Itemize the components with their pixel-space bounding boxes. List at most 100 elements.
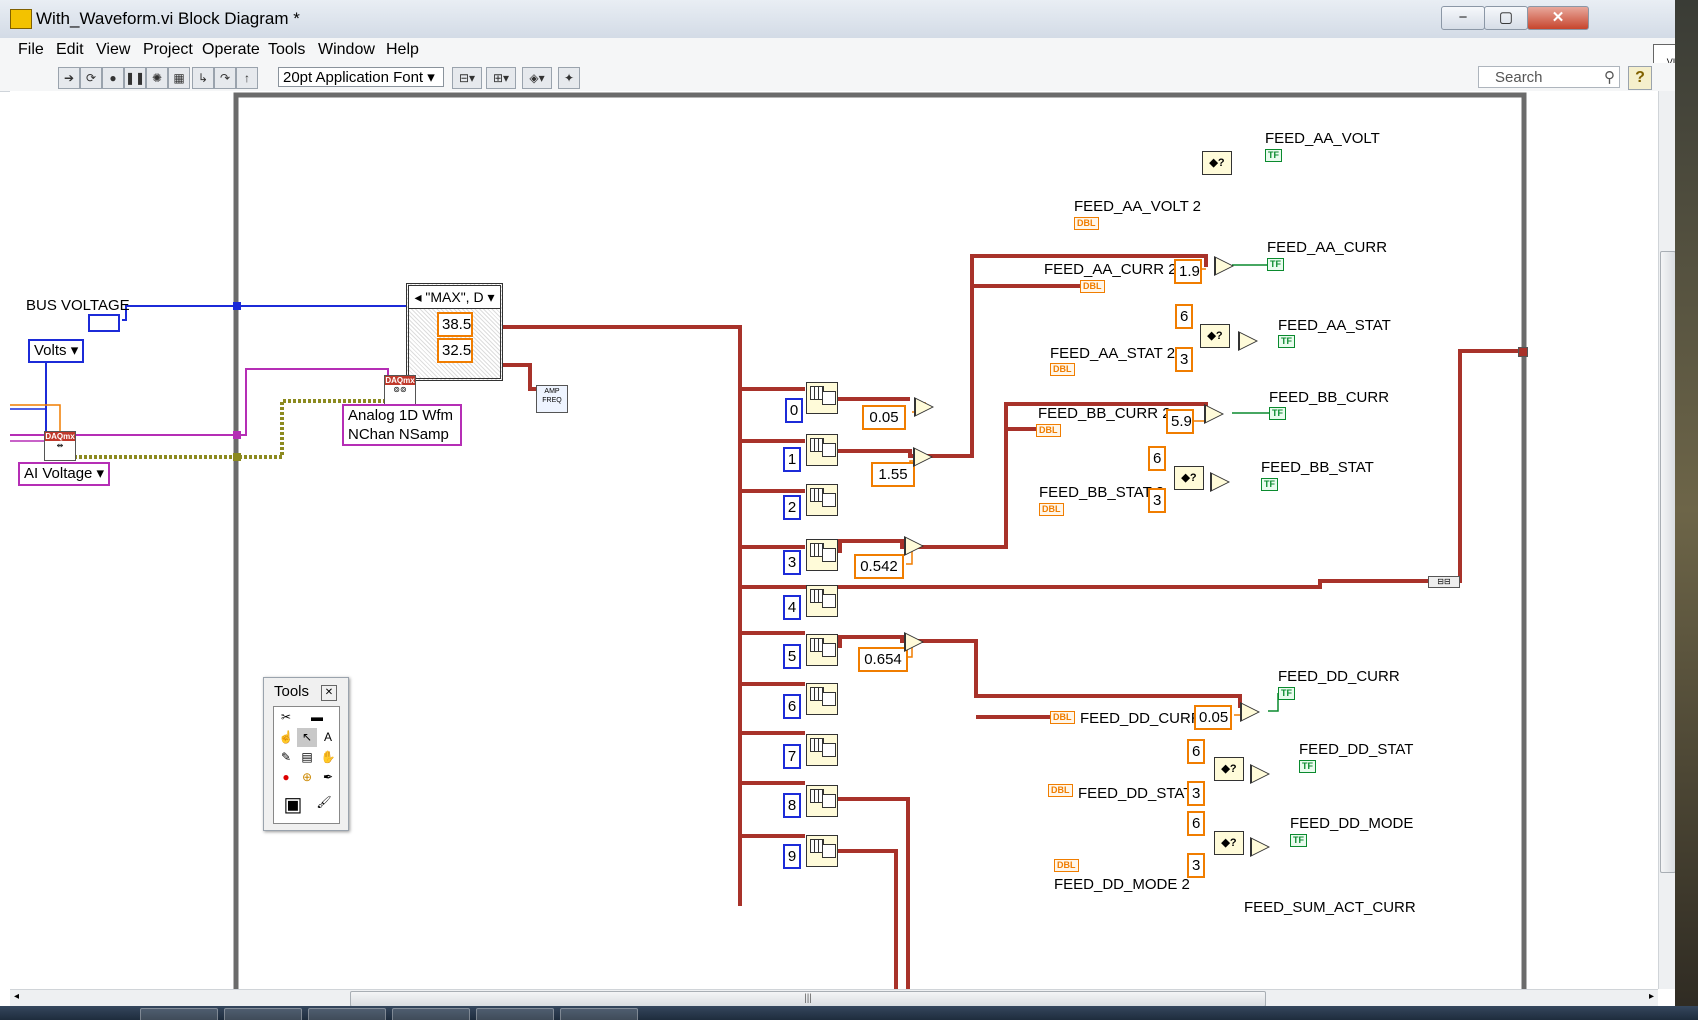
feed-dd-stat2-control[interactable]: DBL: [1048, 784, 1073, 797]
feed-bb-curr-const[interactable]: 5.9: [1166, 409, 1194, 434]
cleanup-icon[interactable]: ✦: [558, 67, 580, 89]
select-dd-stat[interactable]: ◆?: [1214, 757, 1244, 781]
search-icon[interactable]: ⚲: [1604, 67, 1615, 89]
run-arrow-icon[interactable]: ➔: [58, 67, 80, 89]
feed-bb-curr-compare[interactable]: [1204, 404, 1224, 424]
feed-aa-stat-const-3[interactable]: 3: [1175, 347, 1193, 372]
index-array-0[interactable]: [806, 382, 838, 414]
probe-icon[interactable]: ⊕: [297, 768, 317, 787]
index-const-5[interactable]: 5: [783, 644, 801, 669]
scroll-right-arrow-icon[interactable]: ▸: [1649, 991, 1654, 1002]
index-array-6[interactable]: [806, 683, 838, 715]
menu-window[interactable]: Window: [318, 41, 375, 59]
feed-aa-curr-const[interactable]: 1.9: [1174, 259, 1202, 284]
select-aa-stat[interactable]: ◆?: [1200, 324, 1230, 348]
feed-bb-stat-const-6[interactable]: 6: [1148, 446, 1166, 471]
index-array-7[interactable]: [806, 734, 838, 766]
highlight-bulb-icon[interactable]: ✺: [146, 67, 168, 89]
select-dd-mode[interactable]: ◆?: [1214, 831, 1244, 855]
index-array-1[interactable]: [806, 434, 838, 466]
vertical-scroll-thumb[interactable]: [1660, 251, 1676, 873]
index-const-8[interactable]: 8: [783, 793, 801, 818]
index-array-9[interactable]: [806, 835, 838, 867]
feed-dd-curr-indicator[interactable]: TF: [1278, 687, 1295, 700]
color-swatch-icon[interactable]: ▣: [276, 791, 310, 819]
search-input[interactable]: Search ⚲: [1478, 66, 1620, 88]
select-aa-volt[interactable]: ◆?: [1202, 151, 1232, 175]
index-const-7[interactable]: 7: [783, 744, 801, 769]
feed-dd-curr-compare[interactable]: [1240, 702, 1260, 722]
feed-dd-stat-const-6[interactable]: 6: [1187, 739, 1205, 764]
index-array-2[interactable]: [806, 484, 838, 516]
feed-aa-curr-indicator[interactable]: TF: [1267, 258, 1284, 271]
case-selector[interactable]: ◂ "MAX", D ▾: [409, 286, 500, 309]
amp-freq-express-vi[interactable]: AMP FREQ: [536, 385, 568, 413]
threshold-const-1-55[interactable]: 1.55: [871, 462, 915, 487]
feed-aa-stat2-control[interactable]: DBL: [1050, 363, 1075, 376]
threshold-const-0-05[interactable]: 0.05: [862, 405, 906, 430]
distribute-icon[interactable]: ⊞▾: [486, 67, 516, 89]
abort-icon[interactable]: ●: [102, 67, 124, 89]
step-out-icon[interactable]: ↑: [236, 67, 258, 89]
feed-aa-curr-compare[interactable]: [1214, 256, 1234, 276]
index-const-0[interactable]: 0: [785, 398, 803, 423]
daqmx-create-channel-vi[interactable]: DAQmx ⇹: [44, 431, 76, 461]
tools-palette[interactable]: Tools ✕ ✂ ▬ ☝ ↖ A ✎ ▤ ✋ ● ⊕ ✒ ▣ 🖌: [263, 677, 349, 831]
feed-dd-curr-const[interactable]: 0.05: [1194, 705, 1232, 730]
index-const-2[interactable]: 2: [783, 495, 801, 520]
index-const-4[interactable]: 4: [783, 595, 801, 620]
dd-mode-compare[interactable]: [1250, 837, 1270, 857]
retain-values-icon[interactable]: ▦: [168, 67, 190, 89]
operate-hand-icon[interactable]: ☝: [276, 728, 296, 747]
feed-dd-curr2-control[interactable]: DBL: [1050, 711, 1075, 724]
scroll-hand-icon[interactable]: ✋: [318, 748, 338, 767]
menu-tools[interactable]: Tools: [268, 41, 305, 59]
shortcut-menu-icon[interactable]: ▤: [297, 748, 317, 767]
auto-select-bar-icon[interactable]: ▬: [298, 708, 336, 727]
feed-bb-curr2-control[interactable]: DBL: [1036, 424, 1061, 437]
index-const-3[interactable]: 3: [783, 550, 801, 575]
help-icon[interactable]: ?: [1628, 66, 1652, 90]
feed-dd-stat-const-3[interactable]: 3: [1187, 781, 1205, 806]
step-over-icon[interactable]: ↷: [214, 67, 236, 89]
scroll-left-arrow-icon[interactable]: ◂: [14, 991, 19, 1002]
menu-project[interactable]: Project: [143, 41, 193, 59]
index-array-8[interactable]: [806, 785, 838, 817]
feed-aa-stat-const-6[interactable]: 6: [1175, 304, 1193, 329]
menu-help[interactable]: Help: [386, 41, 419, 59]
auto-tool-icon[interactable]: ✂: [276, 708, 296, 727]
greater-compare-0[interactable]: [914, 397, 934, 417]
index-const-6[interactable]: 6: [783, 694, 801, 719]
coloring-brush-icon[interactable]: 🖌: [314, 793, 334, 812]
vertical-scrollbar[interactable]: [1658, 91, 1676, 989]
feed-aa-stat-indicator[interactable]: TF: [1278, 335, 1295, 348]
feed-aa-volt2-control[interactable]: DBL: [1074, 217, 1099, 230]
menu-operate[interactable]: Operate: [202, 41, 260, 59]
threshold-const-0-542[interactable]: 0.542: [854, 554, 904, 579]
daqmx-read-polymorphic-selector[interactable]: Analog 1D Wfm NChan NSamp: [342, 404, 462, 446]
breakpoint-icon[interactable]: ●: [276, 768, 296, 787]
greater-compare-3[interactable]: [904, 536, 924, 556]
select-bb-stat[interactable]: ◆?: [1174, 466, 1204, 490]
index-const-1[interactable]: 1: [783, 447, 801, 472]
greater-compare-1[interactable]: [913, 447, 933, 467]
align-icon[interactable]: ⊟▾: [452, 67, 482, 89]
feed-dd-mode2-control[interactable]: DBL: [1054, 859, 1079, 872]
pause-icon[interactable]: ❚❚: [124, 67, 146, 89]
menu-file[interactable]: File: [18, 41, 44, 59]
index-array-4[interactable]: [806, 585, 838, 617]
feed-dd-mode-const-6[interactable]: 6: [1187, 811, 1205, 836]
build-waveform-node[interactable]: ⊟⊟: [1428, 576, 1460, 588]
ai-voltage-ring[interactable]: AI Voltage ▾: [18, 462, 111, 486]
daqmx-read-vi[interactable]: DAQmx ⊚⊚: [384, 375, 416, 405]
case-structure[interactable]: ◂ "MAX", D ▾ 38.5 32.5: [406, 283, 503, 381]
block-diagram-canvas[interactable]: BUS VOLTAGE Volts ▾ AI Voltage ▾ DAQmx ⇹ …: [10, 91, 1658, 989]
aa-stat-compare[interactable]: [1238, 331, 1258, 351]
run-continuous-icon[interactable]: ⟳: [80, 67, 102, 89]
text-tool-icon[interactable]: A: [318, 728, 338, 747]
feed-aa-curr2-control[interactable]: DBL: [1080, 280, 1105, 293]
feed-bb-stat-const-3[interactable]: 3: [1148, 488, 1166, 513]
step-into-icon[interactable]: ↳: [192, 67, 214, 89]
feed-dd-stat-indicator[interactable]: TF: [1299, 760, 1316, 773]
horizontal-scroll-thumb[interactable]: |||: [350, 991, 1266, 1007]
